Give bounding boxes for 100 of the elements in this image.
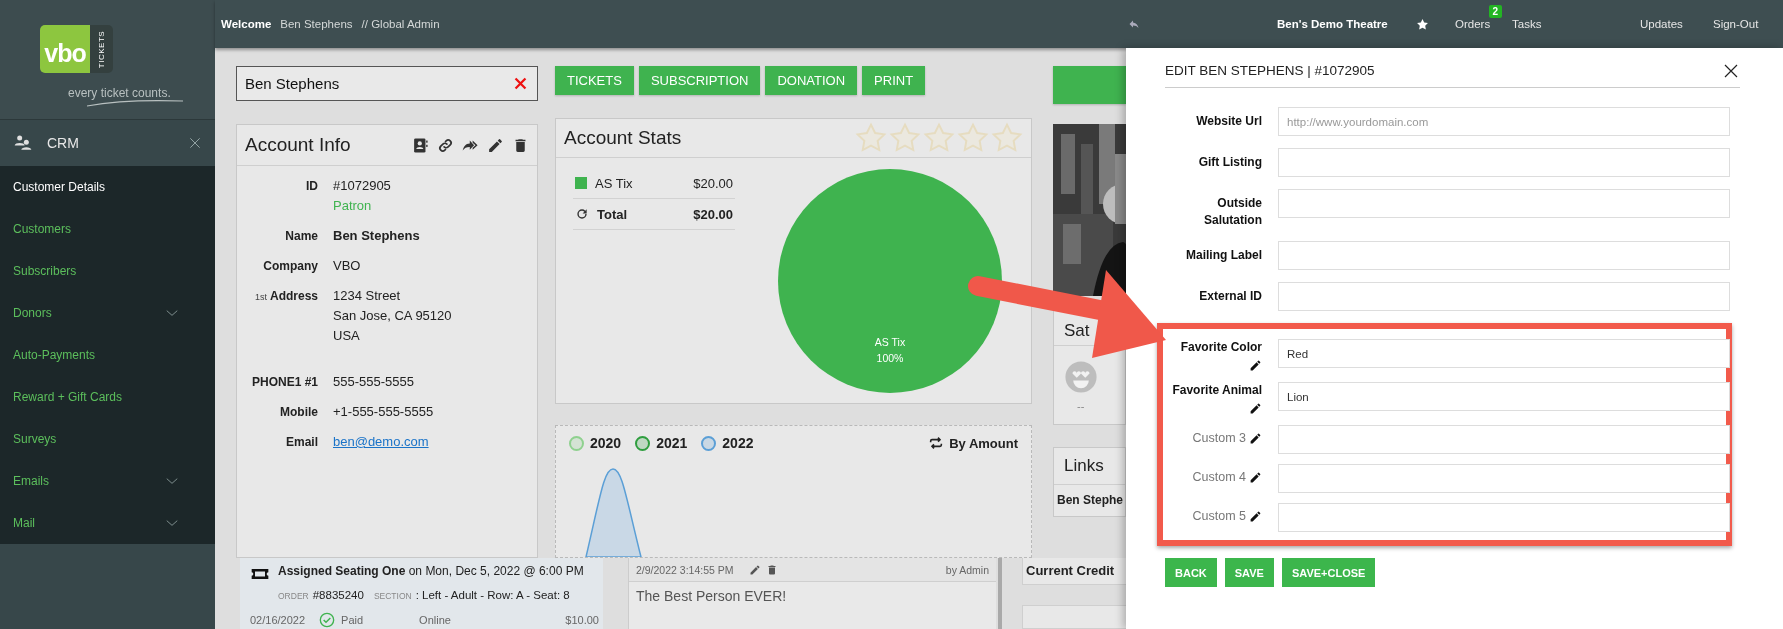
field-label: PHONE1 #1	[250, 374, 318, 391]
field-label: External ID	[1198, 288, 1262, 305]
user-name: Ben Stephens	[280, 18, 353, 30]
customer-type: Patron	[333, 197, 372, 215]
star-icon	[957, 122, 989, 154]
text-field[interactable]: Red	[1278, 339, 1730, 368]
credit-label: Current Credit	[1026, 563, 1115, 579]
clear-icon[interactable]	[512, 75, 529, 92]
order-number: #8835240	[312, 588, 364, 601]
sidebar-item[interactable]: Auto-Payments	[0, 334, 215, 376]
edit-icon[interactable]	[1249, 359, 1262, 372]
text-field[interactable]	[1278, 148, 1730, 177]
note-author: by Admin	[945, 563, 989, 576]
field-label: Custom 3	[1192, 431, 1246, 445]
legend-dot[interactable]	[569, 435, 584, 451]
field-value: #1072905	[333, 177, 391, 195]
people-icon	[13, 133, 33, 153]
slice-label: 100%	[876, 351, 904, 364]
stat-amount: $20.00	[693, 206, 733, 222]
panel-title: Account Info	[245, 134, 352, 156]
field-value: 555-555-5555	[333, 373, 414, 391]
edit-icon[interactable]	[1249, 509, 1262, 523]
order-title: Assigned Seating One on Mon, Dec 5, 2022 @ 6:00 PM	[278, 564, 585, 580]
link-name: Ben Stephe	[1057, 493, 1123, 507]
sidebar-item[interactable]: Donors	[0, 292, 215, 334]
logo-wordmark: vbo	[40, 25, 90, 73]
field-label: Custom 5	[1192, 509, 1246, 523]
legend-dot[interactable]	[701, 435, 717, 451]
edit-icon[interactable]	[487, 136, 504, 154]
star-icon	[923, 122, 955, 154]
field-label: Outside Salutation	[1203, 195, 1262, 229]
welcome-label: Welcome	[221, 18, 272, 30]
panel-title: Links	[1064, 456, 1104, 476]
sidebar-item[interactable]: Customers	[0, 208, 215, 250]
order-date: 02/16/2022	[250, 613, 306, 626]
seat-info: : Left - Adult - Row: A - Seat: 8	[415, 588, 570, 601]
search-field[interactable]: Ben Stephens	[236, 66, 538, 101]
sidebar-item[interactable]: Mail	[0, 502, 215, 544]
by-amount-toggle[interactable]: By Amount	[928, 435, 1018, 451]
check-icon	[319, 611, 336, 628]
contact-card-icon[interactable]	[412, 136, 429, 154]
stat-label: Total	[597, 206, 629, 222]
field-label: Favorite Color	[1180, 339, 1262, 356]
nav-link[interactable]: Tasks	[1512, 18, 1542, 30]
email-link[interactable]: ben@demo.com	[333, 432, 429, 452]
star-icon[interactable]	[1416, 17, 1429, 31]
text-field[interactable]	[1278, 282, 1730, 311]
text-field[interactable]	[1278, 425, 1730, 454]
count-badge: 2	[1488, 5, 1503, 18]
text-field[interactable]	[1278, 464, 1730, 493]
link-icon[interactable]	[437, 136, 454, 154]
user-role: // Global Admin	[361, 18, 440, 30]
legend-dot[interactable]	[635, 435, 651, 451]
sidebar-item[interactable]: Customer Details	[0, 166, 215, 208]
field-value: +1-555-555-5555	[333, 403, 434, 421]
field-label: Company	[262, 258, 318, 275]
payment-status: Paid	[341, 613, 364, 626]
drawer-title: EDIT BEN STEPHENS | #1072905	[1165, 63, 1375, 78]
legend-label: 2021	[656, 435, 688, 451]
sidebar-item[interactable]: Subscribers	[0, 250, 215, 292]
sidebar-item[interactable]: Emails	[0, 460, 215, 502]
sidebar-item[interactable]: Surveys	[0, 418, 215, 460]
star-icon	[991, 122, 1023, 154]
edit-icon[interactable]	[1249, 402, 1262, 415]
sidebar-item[interactable]: Reward + Gift Cards	[0, 376, 215, 418]
satisfaction-score: --	[1077, 400, 1086, 412]
note-text: The Best Person EVER!	[635, 587, 788, 606]
star-icon	[889, 122, 921, 154]
sales-channel: Online	[419, 613, 451, 626]
nav-link[interactable]: Orders	[1455, 18, 1491, 30]
slice-label: AS Tix	[874, 335, 906, 348]
text-field[interactable]: Lion	[1278, 382, 1730, 411]
stat-amount: $20.00	[693, 175, 733, 191]
field-label: ORDER	[278, 590, 309, 601]
text-field[interactable]	[1278, 503, 1730, 532]
field-label: ID	[305, 178, 318, 195]
nav-link[interactable]: Updates	[1640, 18, 1713, 30]
swap-icon	[928, 435, 945, 451]
star-icon	[855, 122, 887, 154]
panel-title: Account Stats	[564, 127, 683, 149]
edit-icon[interactable]	[1249, 470, 1262, 484]
refresh-icon[interactable]	[575, 207, 589, 221]
nav-link[interactable]: Sign-Out	[1713, 18, 1783, 30]
back-icon[interactable]	[1128, 18, 1140, 30]
field-label: Gift Listing	[1197, 154, 1262, 171]
scrollbar[interactable]	[998, 558, 1002, 629]
field-value: San Jose, CA 95120	[333, 307, 452, 325]
field-value: 1234 Street	[333, 287, 401, 305]
text-field[interactable]	[1278, 241, 1730, 270]
field-value: Ben Stephens	[333, 227, 420, 245]
field-label: 1st Address	[253, 288, 318, 305]
star-rating[interactable]	[855, 122, 1023, 154]
section-title: CRM	[47, 135, 80, 151]
order-amount: $10.00	[565, 613, 599, 626]
edit-icon[interactable]	[1249, 431, 1262, 445]
text-field[interactable]: http://www.yourdomain.com	[1278, 107, 1730, 136]
field-label: Mobile	[279, 404, 318, 421]
field-label: Website Url	[1195, 113, 1262, 130]
text-field[interactable]	[1278, 189, 1730, 218]
stat-label: AS Tix	[595, 175, 634, 191]
